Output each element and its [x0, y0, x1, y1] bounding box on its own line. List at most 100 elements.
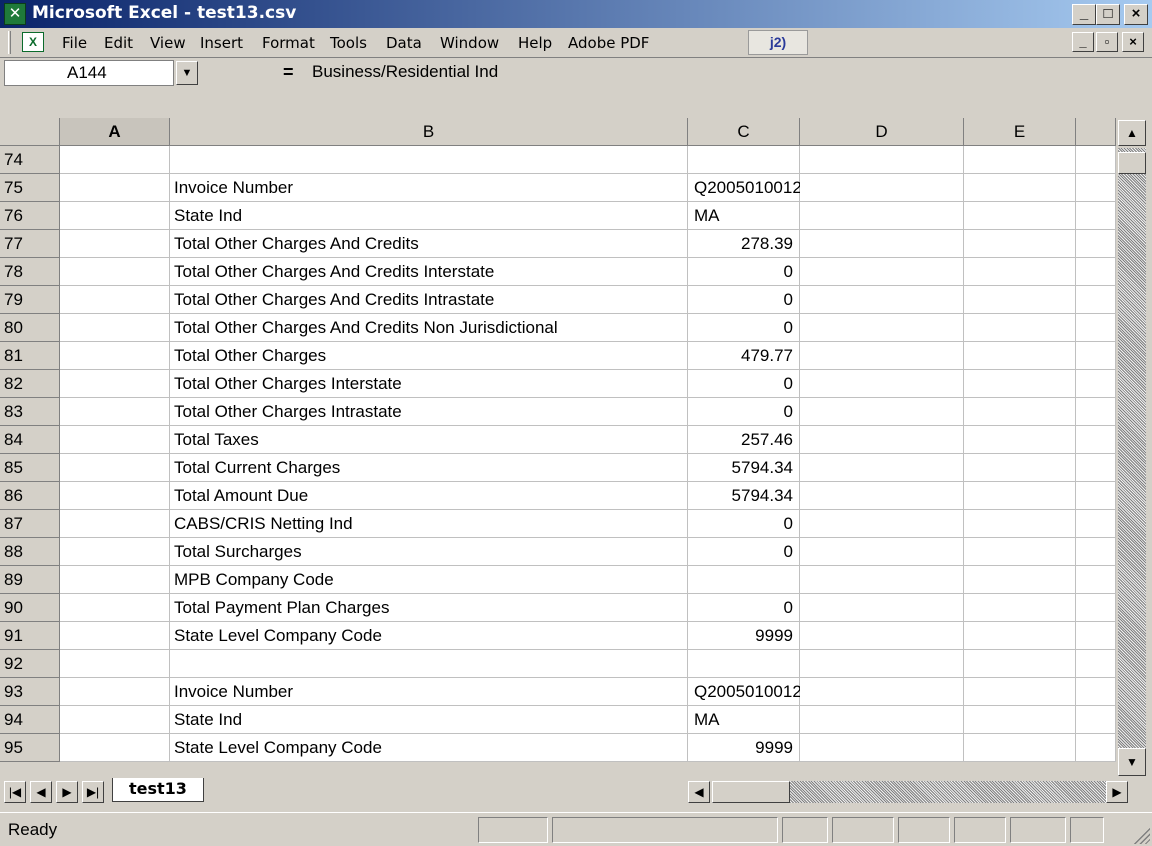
cell-b[interactable]: Invoice Number	[170, 678, 688, 706]
cell-e[interactable]	[964, 342, 1076, 370]
cell-f[interactable]	[1076, 482, 1116, 510]
cell-b[interactable]: Total Other Charges Interstate	[170, 370, 688, 398]
cell-d[interactable]	[800, 650, 964, 678]
column-header-e[interactable]: E	[964, 118, 1076, 146]
cell-e[interactable]	[964, 398, 1076, 426]
cell-b[interactable]: Total Current Charges	[170, 454, 688, 482]
cell-b[interactable]: State Level Company Code	[170, 734, 688, 762]
cell-b[interactable]	[170, 650, 688, 678]
cell-f[interactable]	[1076, 342, 1116, 370]
next-sheet-icon[interactable]: ▶	[56, 781, 78, 803]
cell-a[interactable]	[60, 510, 170, 538]
scroll-left-icon[interactable]: ◀	[688, 781, 710, 803]
maximize-button[interactable]: □	[1096, 4, 1120, 25]
cell-b[interactable]: Total Taxes	[170, 426, 688, 454]
doc-minimize-button[interactable]: _	[1072, 32, 1094, 52]
cell-e[interactable]	[964, 678, 1076, 706]
cell-e[interactable]	[964, 370, 1076, 398]
cell-e[interactable]	[964, 454, 1076, 482]
cell-f[interactable]	[1076, 230, 1116, 258]
row-header[interactable]: 95	[0, 734, 60, 762]
cell-c[interactable]: 0	[688, 510, 800, 538]
doc-restore-button[interactable]: ▫	[1096, 32, 1118, 52]
cell-a[interactable]	[60, 398, 170, 426]
cell-d[interactable]	[800, 286, 964, 314]
cell-a[interactable]	[60, 174, 170, 202]
row-header[interactable]: 78	[0, 258, 60, 286]
workbook-icon[interactable]: X	[22, 32, 44, 52]
cell-f[interactable]	[1076, 650, 1116, 678]
cell-d[interactable]	[800, 482, 964, 510]
cell-a[interactable]	[60, 482, 170, 510]
cell-c[interactable]: 479.77	[688, 342, 800, 370]
cell-f[interactable]	[1076, 146, 1116, 174]
select-all-corner[interactable]	[0, 118, 60, 146]
cell-c[interactable]: MA	[688, 706, 800, 734]
cell-b[interactable]: State Ind	[170, 706, 688, 734]
row-header[interactable]: 90	[0, 594, 60, 622]
horizontal-scroll-track[interactable]	[790, 781, 1106, 803]
cell-a[interactable]	[60, 454, 170, 482]
horizontal-scroll-thumb[interactable]	[712, 781, 790, 803]
cell-d[interactable]	[800, 258, 964, 286]
cell-f[interactable]	[1076, 202, 1116, 230]
cell-d[interactable]	[800, 594, 964, 622]
cell-d[interactable]	[800, 538, 964, 566]
cell-e[interactable]	[964, 650, 1076, 678]
row-header[interactable]: 93	[0, 678, 60, 706]
j2-button[interactable]: j2)	[748, 30, 808, 55]
cell-b[interactable]: Total Other Charges And Credits Intrasta…	[170, 286, 688, 314]
cell-f[interactable]	[1076, 622, 1116, 650]
cell-f[interactable]	[1076, 454, 1116, 482]
cell-f[interactable]	[1076, 566, 1116, 594]
cell-f[interactable]	[1076, 510, 1116, 538]
cell-b[interactable]: Total Other Charges Intrastate	[170, 398, 688, 426]
cell-e[interactable]	[964, 174, 1076, 202]
row-header[interactable]: 75	[0, 174, 60, 202]
cell-a[interactable]	[60, 622, 170, 650]
cell-c[interactable]: 5794.34	[688, 454, 800, 482]
cell-e[interactable]	[964, 734, 1076, 762]
row-header[interactable]: 91	[0, 622, 60, 650]
name-box[interactable]: A144	[4, 60, 174, 86]
cell-d[interactable]	[800, 566, 964, 594]
horizontal-scrollbar[interactable]: ◀ ▶	[688, 781, 1128, 803]
cell-e[interactable]	[964, 594, 1076, 622]
cell-b[interactable]: MPB Company Code	[170, 566, 688, 594]
cell-c[interactable]: Q20050100123456	[688, 174, 840, 202]
cell-d[interactable]	[800, 622, 964, 650]
scroll-up-icon[interactable]: ▲	[1118, 120, 1146, 146]
cell-a[interactable]	[60, 258, 170, 286]
minimize-button[interactable]: _	[1072, 4, 1096, 25]
row-header[interactable]: 80	[0, 314, 60, 342]
cell-e[interactable]	[964, 706, 1076, 734]
menu-adobe-pdf[interactable]: Adobe PDF	[568, 34, 649, 52]
cell-b[interactable]: Total Other Charges And Credits Intersta…	[170, 258, 688, 286]
cell-f[interactable]	[1076, 706, 1116, 734]
column-header-f[interactable]	[1076, 118, 1116, 146]
row-header[interactable]: 89	[0, 566, 60, 594]
cell-b[interactable]: State Level Company Code	[170, 622, 688, 650]
toolbar-grip[interactable]	[8, 31, 11, 54]
row-header[interactable]: 94	[0, 706, 60, 734]
cell-a[interactable]	[60, 426, 170, 454]
row-header[interactable]: 92	[0, 650, 60, 678]
cell-d[interactable]	[800, 174, 964, 202]
sheet-tab-test13[interactable]: test13	[112, 778, 204, 802]
cell-e[interactable]	[964, 286, 1076, 314]
cell-e[interactable]	[964, 622, 1076, 650]
cell-d[interactable]	[800, 454, 964, 482]
formula-equals[interactable]: =	[283, 62, 294, 83]
cell-b[interactable]: Total Other Charges	[170, 342, 688, 370]
formula-input[interactable]: Business/Residential Ind	[312, 62, 498, 82]
cell-c[interactable]: 0	[688, 314, 800, 342]
cell-c[interactable]: MA	[688, 202, 800, 230]
cell-f[interactable]	[1076, 174, 1116, 202]
cell-c[interactable]: 0	[688, 538, 800, 566]
cell-a[interactable]	[60, 342, 170, 370]
cell-a[interactable]	[60, 314, 170, 342]
cell-c[interactable]	[688, 146, 800, 174]
row-header[interactable]: 74	[0, 146, 60, 174]
cell-d[interactable]	[800, 146, 964, 174]
cell-e[interactable]	[964, 482, 1076, 510]
